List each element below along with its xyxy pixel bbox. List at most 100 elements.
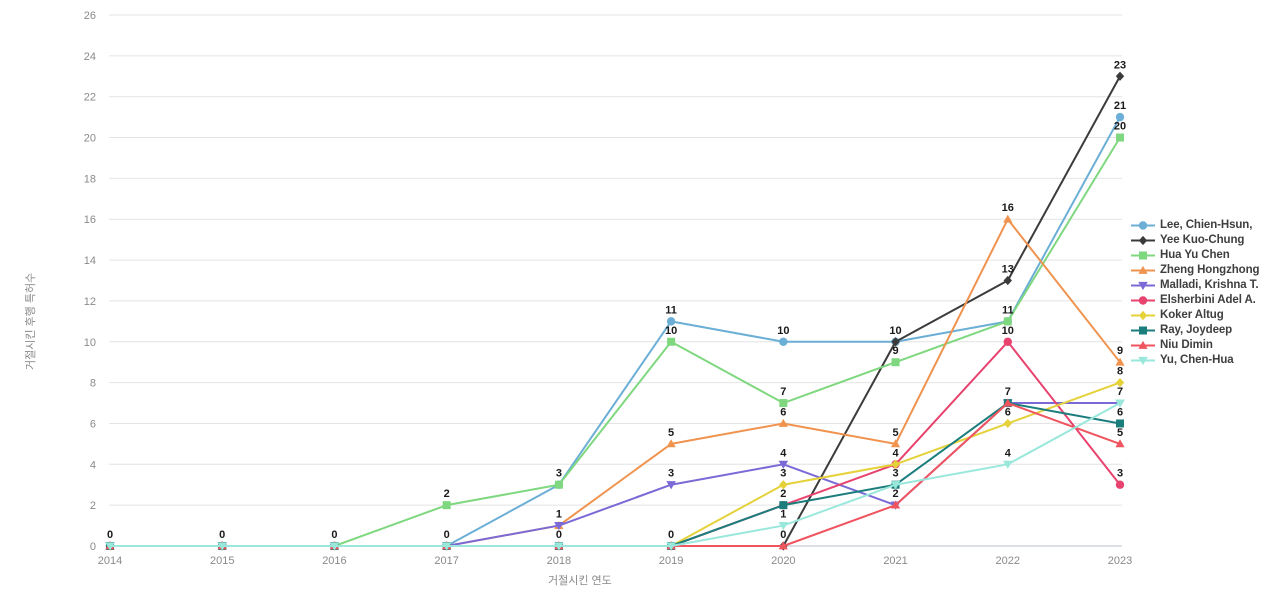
data-point-label: 1 — [780, 509, 786, 521]
data-point-label: 1 — [556, 509, 562, 521]
legend-item-label: Yee Kuo-Chung — [1160, 234, 1245, 246]
legend-item-label: Niu Dimin — [1160, 339, 1213, 351]
x-axis-tick-label: 2014 — [98, 555, 122, 567]
legend-item[interactable]: Koker Altug — [1130, 308, 1280, 323]
series-2 — [105, 71, 1125, 551]
data-point — [442, 501, 451, 510]
legend-item-label: Hua Yu Chen — [1160, 249, 1230, 261]
y-axis-tick-label: 12 — [84, 296, 96, 308]
data-point-label: 10 — [889, 325, 901, 337]
data-point — [1003, 418, 1012, 429]
data-point-label: 6 — [1117, 406, 1123, 418]
data-point-label: 4 — [1005, 447, 1012, 459]
data-point-label: 3 — [556, 468, 562, 480]
legend-marker-icon — [1130, 308, 1156, 323]
y-axis-tick-label: 16 — [84, 214, 96, 226]
series-line — [109, 75, 1121, 547]
data-point-label: 4 — [892, 447, 899, 459]
legend-item[interactable]: Zheng Hongzhong — [1130, 263, 1280, 278]
data-point-label: 13 — [1002, 264, 1014, 276]
data-point-label: 2 — [780, 488, 786, 500]
legend-marker — [1138, 296, 1148, 305]
series-8 — [106, 399, 1124, 550]
data-point-label: 20 — [1114, 121, 1126, 133]
legend-marker-icon — [1130, 218, 1156, 233]
data-point — [1003, 214, 1013, 223]
legend-marker — [1138, 235, 1148, 246]
data-point-label: 0 — [444, 529, 450, 541]
data-point — [667, 337, 676, 346]
data-point-label: 4 — [780, 447, 787, 459]
y-axis-tick-label: 2 — [90, 500, 96, 512]
series-5 — [105, 399, 1125, 551]
y-axis-tick-label: 4 — [90, 459, 96, 471]
legend-item[interactable]: Lee, Chien-Hsun, — [1130, 218, 1280, 233]
data-point-label: 0 — [219, 529, 225, 541]
legend-item-label: Koker Altug — [1160, 309, 1224, 321]
data-point-label: 16 — [1002, 202, 1014, 214]
legend-item[interactable]: Elsherbini Adel A. — [1130, 293, 1280, 308]
data-point-label: 3 — [892, 468, 898, 480]
legend-item[interactable]: Yee Kuo-Chung — [1130, 233, 1280, 248]
data-point-label: 0 — [668, 529, 674, 541]
chart-legend: Lee, Chien-Hsun, Yee Kuo-Chung Hua Yu Chen… — [1130, 218, 1280, 368]
data-point-label: 3 — [668, 468, 674, 480]
data-point — [1116, 133, 1124, 142]
data-point-label: 3 — [1117, 468, 1123, 480]
data-point-label: 10 — [665, 325, 677, 337]
x-axis-tick-label: 2017 — [434, 555, 458, 567]
legend-item-label: Malladi, Krishna T. — [1160, 279, 1259, 291]
data-point-label: 6 — [780, 406, 786, 418]
series-line — [109, 116, 1121, 547]
x-axis-tick-label: 2019 — [659, 555, 683, 567]
data-point-label: 7 — [780, 386, 786, 398]
legend-item[interactable]: Ray, Joydeep — [1130, 323, 1280, 338]
data-point-label: 0 — [331, 529, 337, 541]
legend-marker-icon — [1130, 263, 1156, 278]
series-line — [109, 340, 1121, 547]
legend-item[interactable]: Yu, Chen-Hua — [1130, 353, 1280, 368]
legend-item[interactable]: Hua Yu Chen — [1130, 248, 1280, 263]
data-point — [891, 358, 900, 367]
data-point-label: 8 — [1117, 366, 1123, 378]
series-line — [109, 402, 1121, 547]
chart-root: 0 2 4 6 8 10 12 14 16 18 20 22 24 26 2014 2015 2016 2017 2… — [0, 0, 1280, 600]
data-point-label: 5 — [892, 427, 898, 439]
series-6 — [105, 337, 1125, 551]
data-point-label: 23 — [1114, 59, 1126, 71]
data-point — [778, 418, 788, 427]
legend-item[interactable]: Niu Dimin — [1130, 338, 1280, 353]
data-point — [1115, 480, 1125, 489]
y-axis-tick-label: 10 — [84, 337, 96, 349]
data-point-label: 7 — [1117, 386, 1123, 398]
y-axis-tick-label: 24 — [84, 51, 96, 63]
y-axis-tick-label: 8 — [90, 378, 96, 390]
x-axis-tick-label: 2021 — [883, 555, 907, 567]
legend-item-label: Elsherbini Adel A. — [1160, 294, 1256, 306]
y-axis-tick-label: 14 — [84, 255, 96, 267]
data-point-label: 11 — [665, 304, 677, 316]
data-point-label: 9 — [1117, 345, 1123, 357]
data-point — [779, 337, 788, 346]
x-axis-tick-label: 2015 — [210, 555, 234, 567]
data-point-label: 5 — [1117, 427, 1123, 439]
data-point-label: 2 — [892, 488, 898, 500]
y-axis-tick-label: 26 — [84, 10, 96, 22]
data-point — [554, 480, 563, 489]
legend-marker — [1139, 326, 1147, 335]
series-10 — [105, 399, 1125, 551]
legend-item-label: Ray, Joydeep — [1160, 324, 1233, 336]
legend-item-label: Lee, Chien-Hsun, — [1160, 219, 1253, 231]
x-axis-tick-label: 2020 — [771, 555, 795, 567]
data-point-label: 6 — [1005, 406, 1011, 418]
legend-marker-icon — [1130, 353, 1156, 368]
legend-item[interactable]: Malladi, Krishna T. — [1130, 278, 1280, 293]
line-chart-plot: 024681012141618202224262014 2015 2016 2017 2… — [84, 10, 1132, 567]
legend-marker-icon — [1130, 338, 1156, 353]
legend-marker-icon — [1130, 278, 1156, 293]
legend-marker — [1138, 221, 1148, 230]
y-axis-tick-label: 22 — [84, 92, 96, 104]
legend-marker-icon — [1130, 248, 1156, 263]
x-axis-ticks: 2014 2015 2016 2017 2018 2019 2020 2021 2022 2023 — [98, 555, 1132, 567]
data-point — [1115, 71, 1125, 81]
